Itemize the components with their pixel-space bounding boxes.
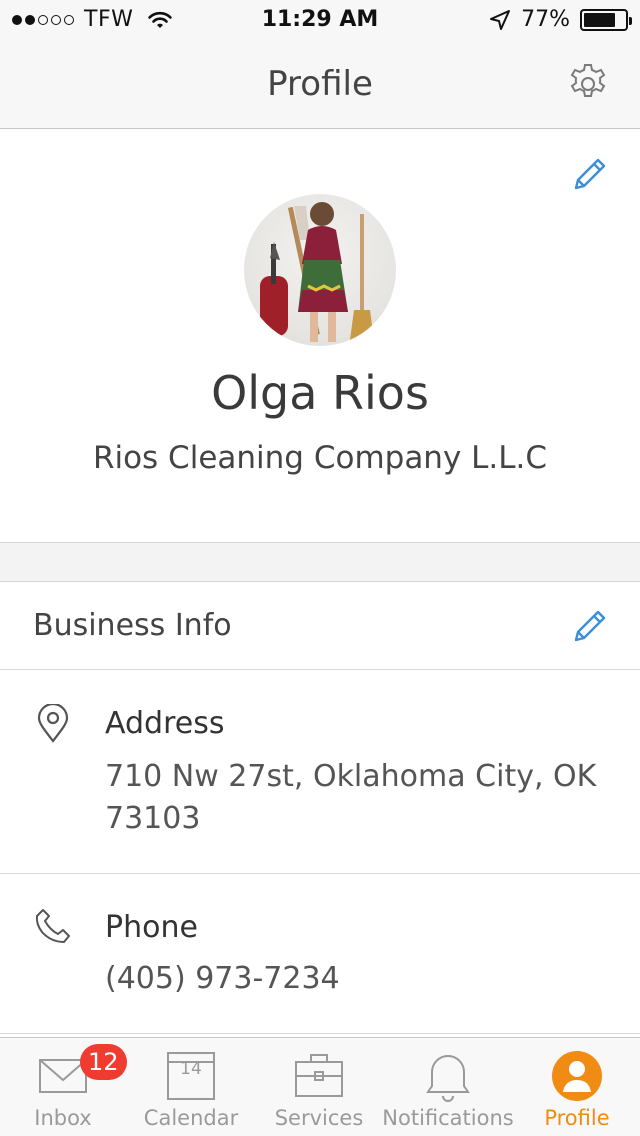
phone-label: Phone <box>105 910 198 945</box>
tab-calendar[interactable]: 14 Calendar <box>126 1038 256 1136</box>
phone-value[interactable]: (405) 973-7234 <box>105 958 605 1000</box>
tab-label-services: Services <box>274 1106 364 1130</box>
avatar <box>244 194 396 346</box>
business-info-title: Business Info <box>33 608 232 643</box>
tab-services[interactable]: Services <box>256 1038 382 1136</box>
tab-notifications[interactable]: Notifications <box>382 1038 514 1136</box>
battery-percent: 77% <box>521 7 570 32</box>
edit-business-info-pencil-icon[interactable] <box>570 606 610 646</box>
briefcase-icon <box>295 1054 343 1097</box>
battery-icon <box>580 8 632 31</box>
address-line-1: 710 Nw 27st, Oklahoma City, OK <box>105 759 597 794</box>
battery-fill <box>584 12 615 27</box>
tab-profile[interactable]: Profile <box>514 1038 640 1136</box>
navigation-bar: Profile <box>0 40 640 129</box>
company-name: Rios Cleaning Company L.L.C <box>92 440 548 476</box>
profile-name: Olga Rios <box>211 366 429 420</box>
location-arrow-icon <box>490 9 511 30</box>
address-value: 710 Nw 27st, Oklahoma City, OK 73103 <box>105 756 605 840</box>
tab-bar: 12 Inbox 14 Calendar Services Notificati… <box>0 1037 640 1136</box>
tab-inbox[interactable]: 12 Inbox <box>0 1038 127 1136</box>
tab-label-calendar: Calendar <box>143 1106 239 1130</box>
tab-label-inbox: Inbox <box>34 1106 92 1130</box>
address-label: Address <box>105 706 225 741</box>
gear-icon[interactable] <box>566 62 610 106</box>
address-line-2: 73103 <box>105 801 201 836</box>
business-info-header: Business Info <box>0 582 640 670</box>
calendar-day-number: 14 <box>180 1059 202 1079</box>
address-row[interactable]: Address 710 Nw 27st, Oklahoma City, OK 7… <box>0 670 640 874</box>
avatar-photo <box>260 202 374 342</box>
location-pin-icon <box>37 704 69 743</box>
edit-profile-pencil-icon[interactable] <box>570 154 610 194</box>
section-divider <box>0 542 640 582</box>
tab-label-notifications: Notifications <box>382 1106 514 1130</box>
page-title: Profile <box>267 64 373 104</box>
status-right: 77% <box>489 7 632 32</box>
profile-header: Olga Rios Rios Cleaning Company L.L.C <box>0 130 640 542</box>
profile-screen: TFW 11:29 AM 77% Profile Olga Rios Rios … <box>0 0 640 1136</box>
phone-icon <box>35 909 70 943</box>
status-bar: TFW 11:29 AM 77% <box>0 0 640 40</box>
inbox-badge: 12 <box>80 1044 127 1080</box>
phone-row[interactable]: Phone (405) 973-7234 <box>0 874 640 1034</box>
tab-label-profile: Profile <box>544 1106 610 1130</box>
bell-icon <box>426 1055 470 1102</box>
profile-icon <box>552 1051 602 1101</box>
